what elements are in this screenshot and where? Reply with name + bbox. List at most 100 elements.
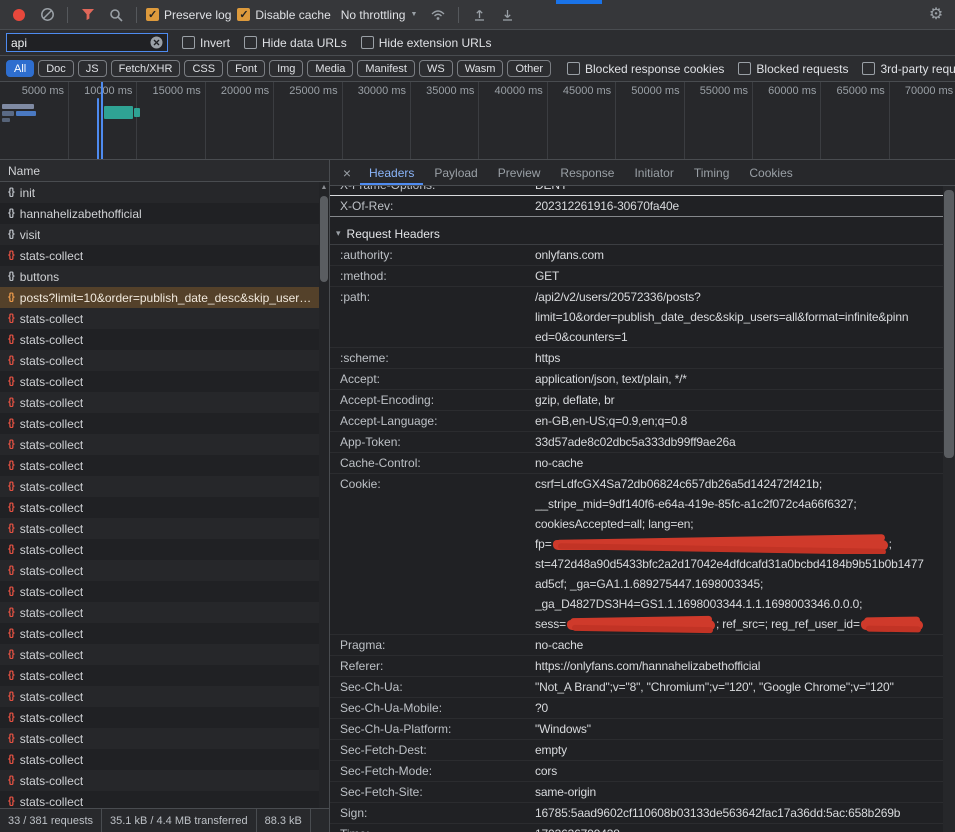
scrollbar-thumb[interactable] (320, 196, 328, 282)
network-conditions-button[interactable] (427, 4, 449, 26)
type-filter-font[interactable]: Font (227, 60, 265, 77)
preserve-log-checkbox[interactable]: Preserve log (146, 8, 231, 22)
clear-button[interactable] (36, 4, 58, 26)
type-filter-manifest[interactable]: Manifest (357, 60, 415, 77)
3rd-party-requests-checkbox[interactable]: 3rd-party requests (862, 62, 955, 76)
request-name: stats-collect (20, 627, 83, 641)
header-value-line: https (535, 348, 943, 368)
request-row[interactable]: {}stats-collect (0, 665, 329, 686)
request-row[interactable]: {}stats-collect (0, 497, 329, 518)
request-list-scrollbar[interactable]: ▲ (319, 182, 329, 808)
request-row[interactable]: {}stats-collect (0, 413, 329, 434)
request-row[interactable]: {}stats-collect (0, 581, 329, 602)
request-row[interactable]: {}stats-collect (0, 707, 329, 728)
request-row[interactable]: {}visit (0, 224, 329, 245)
request-row[interactable]: {}stats-collect (0, 644, 329, 665)
request-row[interactable]: {}stats-collect (0, 623, 329, 644)
type-filter-doc[interactable]: Doc (38, 60, 74, 77)
settings-button[interactable]: ⚙ (925, 4, 947, 26)
type-filter-fetch-xhr[interactable]: Fetch/XHR (111, 60, 181, 77)
request-row[interactable]: {}hannahelizabethofficial (0, 203, 329, 224)
request-row[interactable]: {}init (0, 182, 329, 203)
tab-initiator[interactable]: Initiator (625, 160, 682, 185)
requests-count: 33 / 381 requests (0, 809, 102, 832)
header-value-text: /api2/v2/users/20572336/posts? (535, 290, 701, 304)
request-row[interactable]: {}stats-collect (0, 455, 329, 476)
type-filter-media[interactable]: Media (307, 60, 353, 77)
throttling-dropdown[interactable]: No throttling ▼ (337, 6, 422, 24)
waterfall-bar (2, 104, 34, 109)
request-row[interactable]: {}stats-collect (0, 560, 329, 581)
export-har-button[interactable] (468, 4, 490, 26)
scrollbar-thumb[interactable] (944, 190, 954, 458)
request-row[interactable]: {}stats-collect (0, 518, 329, 539)
request-row[interactable]: {}posts?limit=10&order=publish_date_desc… (0, 287, 329, 308)
invert-checkbox[interactable]: Invert (182, 36, 230, 50)
header-row: Sec-Fetch-Mode:cors (330, 761, 943, 782)
header-row: :path:/api2/v2/users/20572336/posts?limi… (330, 287, 943, 348)
request-row[interactable]: {}stats-collect (0, 329, 329, 350)
type-filter-pills: AllDocJSFetch/XHRCSSFontImgMediaManifest… (6, 60, 551, 77)
header-name: :path: (330, 287, 535, 347)
request-row[interactable]: {}stats-collect (0, 770, 329, 791)
scroll-up-icon[interactable]: ▲ (319, 184, 329, 191)
name-column-header[interactable]: Name (0, 160, 329, 182)
close-details-button[interactable]: × (336, 160, 358, 185)
request-row[interactable]: {}stats-collect (0, 749, 329, 770)
filter-input[interactable] (11, 36, 146, 50)
request-row[interactable]: {}buttons (0, 266, 329, 287)
type-filter-checkboxes: Blocked response cookies Blocked requests… (567, 62, 955, 76)
request-row[interactable]: {}stats-collect (0, 371, 329, 392)
header-value: GET (535, 266, 943, 286)
clear-filter-button[interactable] (150, 36, 163, 49)
request-row[interactable]: {}stats-collect (0, 434, 329, 455)
tab-timing[interactable]: Timing (685, 160, 739, 185)
hide-extension-urls-checkbox[interactable]: Hide extension URLs (361, 36, 492, 50)
request-row[interactable]: {}stats-collect (0, 350, 329, 371)
filter-button[interactable] (77, 4, 99, 26)
blocked-requests-checkbox[interactable]: Blocked requests (738, 62, 848, 76)
record-button[interactable] (8, 4, 30, 26)
blocked-response-cookies-checkbox[interactable]: Blocked response cookies (567, 62, 724, 76)
type-filter-other[interactable]: Other (507, 60, 551, 77)
transferred-size: 35.1 kB / 4.4 MB transferred (102, 809, 257, 832)
tab-payload[interactable]: Payload (425, 160, 486, 185)
header-name: Referer: (330, 656, 535, 676)
header-name: :method: (330, 266, 535, 286)
waterfall-bar (134, 108, 140, 117)
request-row[interactable]: {}stats-collect (0, 476, 329, 497)
type-filter-all[interactable]: All (6, 60, 34, 77)
tab-response[interactable]: Response (551, 160, 623, 185)
type-filter-css[interactable]: CSS (184, 60, 223, 77)
type-filter-wasm[interactable]: Wasm (457, 60, 504, 77)
request-row[interactable]: {}stats-collect (0, 245, 329, 266)
tab-headers[interactable]: Headers (360, 160, 423, 185)
search-button[interactable] (105, 4, 127, 26)
network-toolbar: Preserve log Disable cache No throttling… (0, 0, 955, 30)
details-scrollbar[interactable] (943, 186, 955, 832)
hide-data-urls-checkbox[interactable]: Hide data URLs (244, 36, 347, 50)
request-row[interactable]: {}stats-collect (0, 539, 329, 560)
waterfall-bar (97, 98, 99, 160)
timeline-overview[interactable]: 5000 ms10000 ms15000 ms20000 ms25000 ms3… (0, 82, 955, 160)
type-filter-img[interactable]: Img (269, 60, 303, 77)
request-row[interactable]: {}stats-collect (0, 728, 329, 749)
filter-input-box[interactable] (6, 33, 168, 52)
script-file-icon: {} (8, 523, 14, 534)
header-value-text: gzip, deflate, br (535, 393, 615, 407)
import-har-button[interactable] (496, 4, 518, 26)
header-value: no-cache (535, 635, 943, 655)
request-row[interactable]: {}stats-collect (0, 308, 329, 329)
request-row[interactable]: {}stats-collect (0, 791, 329, 808)
request-headers-section-header[interactable]: ▾Request Headers (330, 223, 943, 245)
tab-cookies[interactable]: Cookies (740, 160, 801, 185)
request-row[interactable]: {}stats-collect (0, 686, 329, 707)
type-filter-js[interactable]: JS (78, 60, 107, 77)
tab-preview[interactable]: Preview (489, 160, 550, 185)
request-row[interactable]: {}stats-collect (0, 392, 329, 413)
disable-cache-checkbox[interactable]: Disable cache (237, 8, 330, 22)
type-filter-ws[interactable]: WS (419, 60, 453, 77)
request-row[interactable]: {}stats-collect (0, 602, 329, 623)
request-details-pane: × HeadersPayloadPreviewResponseInitiator… (330, 160, 955, 832)
gear-icon: ⚙ (929, 7, 943, 23)
